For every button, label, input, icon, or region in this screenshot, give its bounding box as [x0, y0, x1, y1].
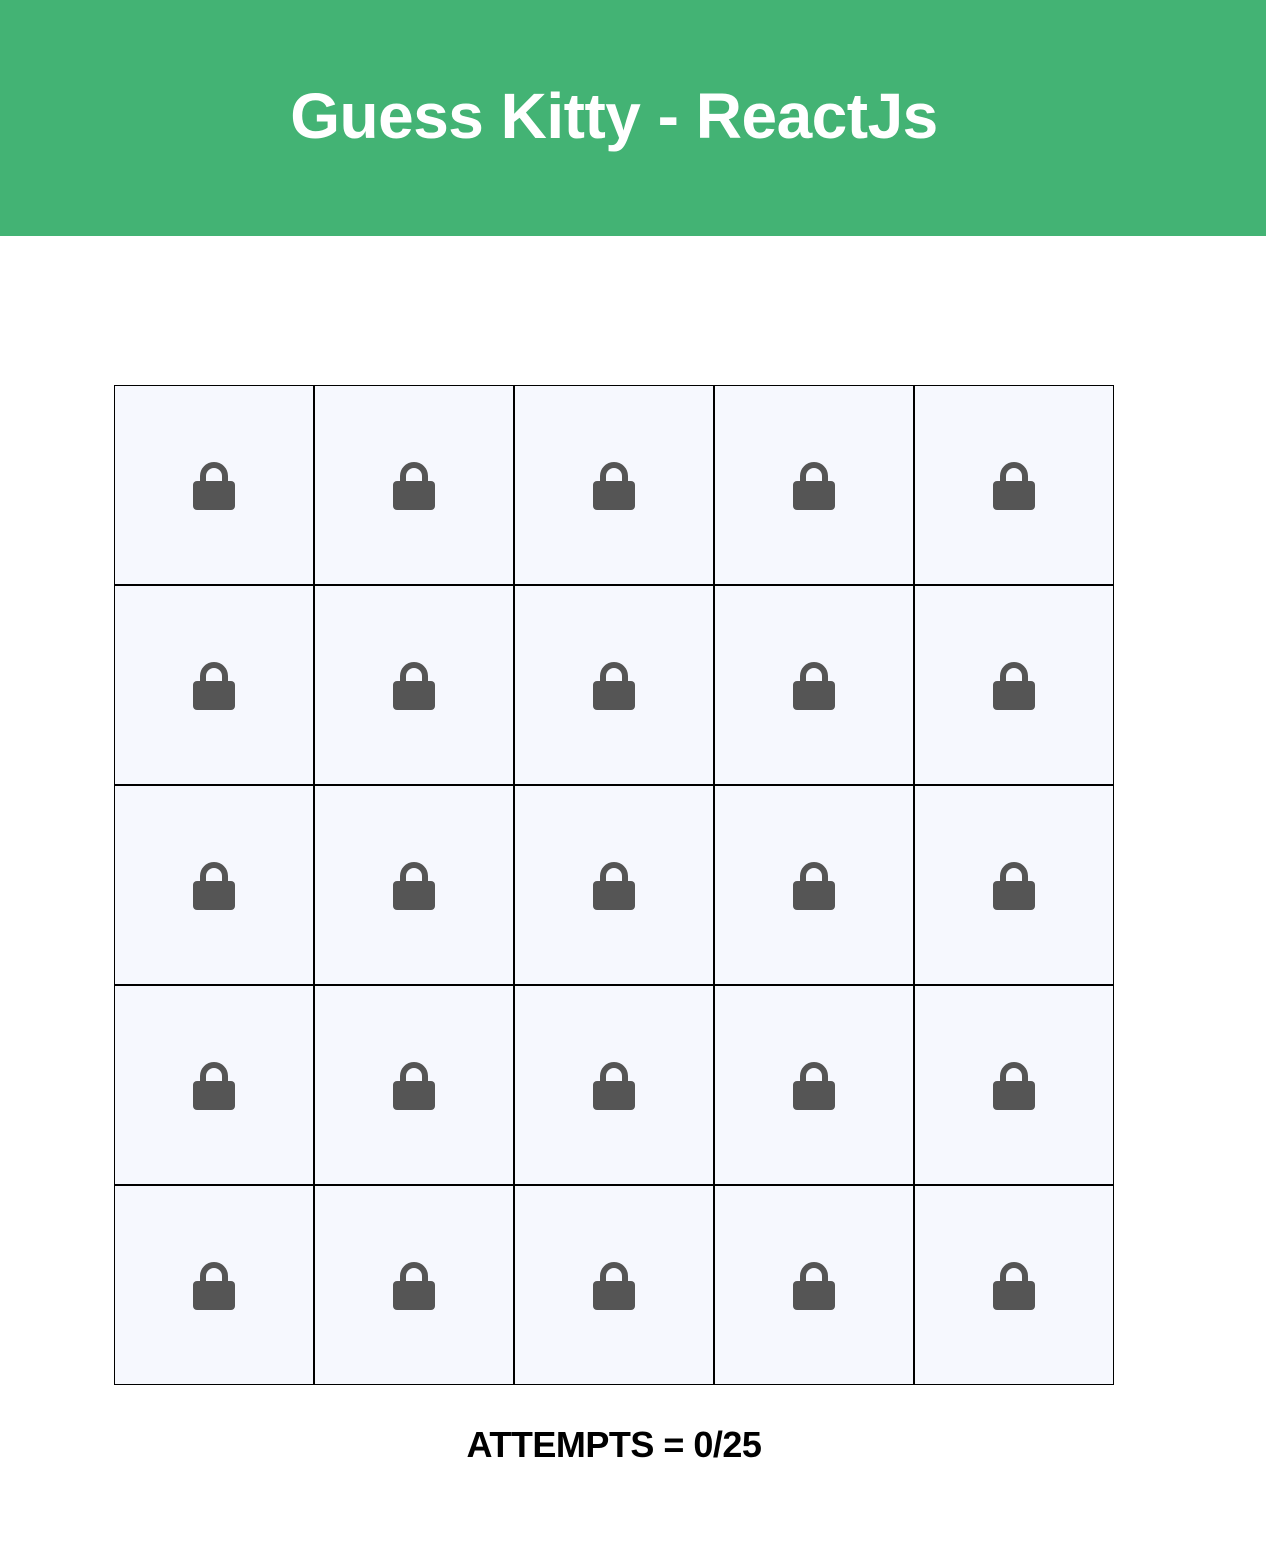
lock-icon — [993, 462, 1035, 510]
board-tile[interactable] — [514, 785, 714, 985]
lock-icon — [793, 462, 835, 510]
board-tile[interactable] — [314, 785, 514, 985]
lock-icon — [593, 462, 635, 510]
board-tile[interactable] — [314, 385, 514, 585]
board-tile[interactable] — [514, 985, 714, 1185]
lock-icon — [593, 1062, 635, 1110]
attempts-counter: ATTEMPTS = 0/25 — [466, 1424, 762, 1465]
lock-icon — [593, 662, 635, 710]
board-tile[interactable] — [714, 1185, 914, 1385]
lock-icon — [993, 1062, 1035, 1110]
board-tile[interactable] — [514, 585, 714, 785]
lock-icon — [593, 1262, 635, 1310]
lock-icon — [993, 662, 1035, 710]
board-tile[interactable] — [314, 985, 514, 1185]
board-tile[interactable] — [714, 585, 914, 785]
board-tile[interactable] — [114, 585, 314, 785]
lock-icon — [193, 662, 235, 710]
lock-icon — [393, 1062, 435, 1110]
lock-icon — [793, 862, 835, 910]
lock-icon — [993, 1262, 1035, 1310]
board-tile[interactable] — [114, 785, 314, 985]
board-tile[interactable] — [714, 385, 914, 585]
board-tile[interactable] — [514, 385, 714, 585]
board-tile[interactable] — [514, 1185, 714, 1385]
lock-icon — [193, 862, 235, 910]
lock-icon — [993, 862, 1035, 910]
lock-icon — [393, 1262, 435, 1310]
board-tile[interactable] — [714, 785, 914, 985]
game-board — [114, 385, 1114, 1385]
lock-icon — [593, 862, 635, 910]
lock-icon — [193, 462, 235, 510]
board-tile[interactable] — [114, 385, 314, 585]
board-tile[interactable] — [914, 1185, 1114, 1385]
board-tile[interactable] — [114, 1185, 314, 1385]
lock-icon — [393, 862, 435, 910]
board-tile[interactable] — [114, 985, 314, 1185]
lock-icon — [193, 1062, 235, 1110]
board-tile[interactable] — [314, 585, 514, 785]
lock-icon — [193, 1262, 235, 1310]
app-header: Guess Kitty - ReactJs — [0, 0, 1266, 236]
board-tile[interactable] — [914, 985, 1114, 1185]
board-tile[interactable] — [914, 385, 1114, 585]
lock-icon — [793, 1262, 835, 1310]
lock-icon — [393, 462, 435, 510]
board-tile[interactable] — [314, 1185, 514, 1385]
page-title: Guess Kitty - ReactJs — [290, 80, 938, 152]
lock-icon — [793, 662, 835, 710]
board-tile[interactable] — [914, 585, 1114, 785]
board-tile[interactable] — [714, 985, 914, 1185]
lock-icon — [793, 1062, 835, 1110]
lock-icon — [393, 662, 435, 710]
board-tile[interactable] — [914, 785, 1114, 985]
